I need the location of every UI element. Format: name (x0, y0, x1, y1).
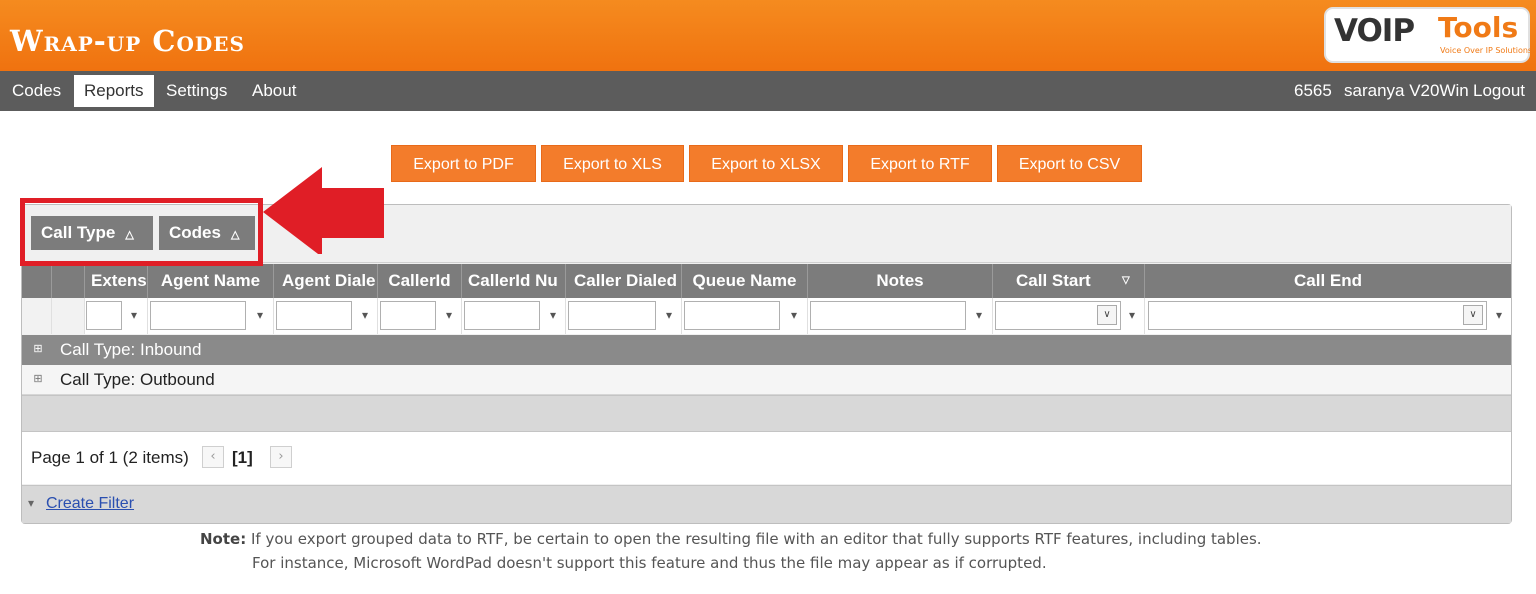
note-label: Note: (200, 530, 247, 548)
logout-link[interactable]: Logout (1473, 75, 1525, 107)
column-header-label: Call Start (1016, 271, 1091, 290)
column-header-callerid[interactable]: CallerId (378, 264, 462, 298)
group-row-label: Call Type: Outbound (60, 370, 215, 389)
red-arrow-icon (263, 167, 384, 254)
column-header-call-start[interactable]: Call Start ▽ (993, 264, 1145, 298)
nav-item-codes[interactable]: Codes (12, 75, 61, 107)
highlight-box (20, 198, 263, 266)
export-rtf-button[interactable]: Export to RTF (848, 145, 992, 182)
group-row-inbound[interactable]: ⊞ Call Type: Inbound (22, 335, 1511, 365)
filter-row: ▾ ▾ ▾ ▾ ▾ ▾ ▾ ▾ ∨ ▾ ∨ ▾ (22, 298, 1511, 334)
column-header-row: Extens Agent Name Agent Diale CallerId C… (22, 264, 1511, 298)
filter-funnel-icon[interactable]: ▾ (253, 306, 267, 324)
column-header-call-end[interactable]: Call End (1145, 264, 1511, 298)
group-indent-header (22, 264, 52, 298)
filter-funnel-icon[interactable]: ▾ (546, 306, 560, 324)
filter-input-queue-name[interactable] (684, 301, 780, 330)
group-row-label: Call Type: Inbound (60, 340, 202, 359)
main-nav: Codes Reports Settings About 6565 sarany… (0, 71, 1536, 111)
filter-input-agent-dialed[interactable] (276, 301, 352, 330)
filter-cell: ▾ (682, 298, 808, 334)
filter-input-agent-name[interactable] (150, 301, 246, 330)
filter-funnel-icon[interactable]: ▾ (1125, 306, 1139, 324)
user-extension: 6565 (1294, 81, 1332, 100)
filter-bar: ▾ Create Filter (22, 485, 1511, 523)
filter-funnel-icon: ▾ (28, 496, 35, 510)
filter-input-notes[interactable] (810, 301, 966, 330)
pager-summary: Page 1 of 1 (2 items) (31, 448, 189, 467)
note-text-1: If you export grouped data to RTF, be ce… (250, 530, 1262, 548)
column-header-callerid-number[interactable]: CallerId Nu (462, 264, 566, 298)
filter-indent-cell (52, 298, 85, 334)
sort-desc-icon: ▽ (1122, 275, 1130, 286)
note-line-1: Note: If you export grouped data to RTF,… (200, 527, 1262, 551)
expand-icon[interactable]: ⊞ (32, 344, 44, 356)
filter-cell: ▾ (566, 298, 682, 334)
grid-footer-band (22, 395, 1511, 432)
filter-cell: ▾ (85, 298, 148, 334)
export-xls-button[interactable]: Export to XLS (541, 145, 684, 182)
filter-cell: ∨ ▾ (993, 298, 1145, 334)
filter-cell: ▾ (274, 298, 378, 334)
logo-brand-left: VOIP (1334, 13, 1415, 49)
pager: Page 1 of 1 (2 items) ‹ [1] › (22, 432, 1511, 484)
filter-funnel-icon[interactable]: ▾ (442, 306, 456, 324)
column-header-caller-dialed[interactable]: Caller Dialed (566, 264, 682, 298)
group-indent-header (52, 264, 85, 298)
filter-funnel-icon[interactable]: ▾ (662, 306, 676, 324)
pager-current-page[interactable]: [1] (232, 448, 253, 468)
export-xlsx-button[interactable]: Export to XLSX (689, 145, 843, 182)
column-header-queue-name[interactable]: Queue Name (682, 264, 808, 298)
logo-brand-right: Tools (1438, 11, 1519, 44)
filter-cell: ▾ (462, 298, 566, 334)
filter-funnel-icon[interactable]: ▾ (1492, 306, 1506, 324)
chevron-down-icon[interactable]: ∨ (1097, 305, 1117, 325)
create-filter-link[interactable]: Create Filter (46, 495, 134, 513)
expand-icon[interactable]: ⊞ (32, 374, 44, 386)
export-note: Note: If you export grouped data to RTF,… (200, 527, 1262, 575)
voiptools-logo: VOIP Tools Voice Over IP Solutions (1324, 7, 1533, 63)
user-name: saranya V20Win (1344, 81, 1469, 100)
filter-funnel-icon[interactable]: ▾ (972, 306, 986, 324)
chevron-right-icon[interactable]: › (270, 446, 292, 468)
note-text-2: For instance, Microsoft WordPad doesn't … (252, 554, 1047, 572)
nav-item-about[interactable]: About (252, 75, 296, 107)
group-row-outbound[interactable]: ⊞ Call Type: Outbound (22, 365, 1511, 395)
filter-indent-cell (22, 298, 52, 334)
column-header-agent-dialed[interactable]: Agent Diale (274, 264, 378, 298)
app-header: Wrap-up Codes VOIP Tools Voice Over IP S… (0, 0, 1536, 71)
filter-input-call-end[interactable] (1148, 301, 1487, 330)
logo-tagline: Voice Over IP Solutions (1440, 46, 1533, 55)
filter-cell: ▾ (378, 298, 462, 334)
column-header-extension[interactable]: Extens (85, 264, 148, 298)
filter-input-extension[interactable] (86, 301, 122, 330)
column-header-agent-name[interactable]: Agent Name (148, 264, 274, 298)
app-title: Wrap-up Codes (10, 24, 245, 58)
chevron-left-icon[interactable]: ‹ (202, 446, 224, 468)
filter-funnel-icon[interactable]: ▾ (127, 306, 141, 324)
filter-input-callerid-number[interactable] (464, 301, 540, 330)
filter-cell: ∨ ▾ (1145, 298, 1511, 334)
export-pdf-button[interactable]: Export to PDF (391, 145, 536, 182)
nav-item-settings[interactable]: Settings (166, 75, 227, 107)
nav-item-reports[interactable]: Reports (74, 75, 154, 107)
filter-funnel-icon[interactable]: ▾ (787, 306, 801, 324)
column-header-notes[interactable]: Notes (808, 264, 993, 298)
filter-cell: ▾ (808, 298, 993, 334)
filter-cell: ▾ (148, 298, 274, 334)
chevron-down-icon[interactable]: ∨ (1463, 305, 1483, 325)
filter-funnel-icon[interactable]: ▾ (358, 306, 372, 324)
filter-input-callerid[interactable] (380, 301, 436, 330)
export-csv-button[interactable]: Export to CSV (997, 145, 1142, 182)
filter-input-caller-dialed[interactable] (568, 301, 656, 330)
